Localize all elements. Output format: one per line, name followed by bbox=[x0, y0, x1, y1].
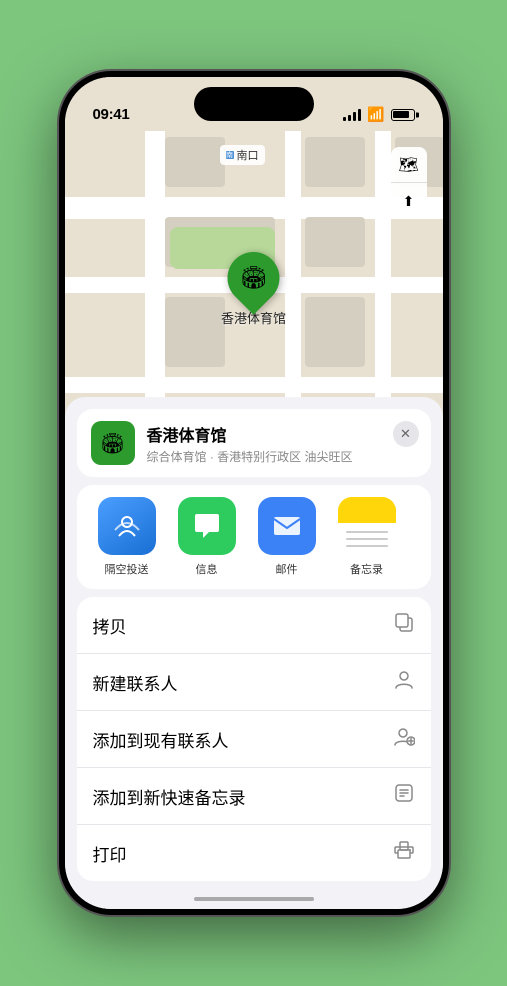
phone-frame: 09:41 📶 bbox=[59, 71, 449, 915]
message-label: 信息 bbox=[196, 561, 218, 577]
stadium-icon: 🏟 bbox=[240, 265, 268, 291]
status-time: 09:41 bbox=[93, 106, 130, 123]
copy-icon bbox=[393, 611, 415, 639]
stadium-marker: 🏟 香港体育馆 bbox=[221, 252, 286, 327]
action-print[interactable]: 打印 bbox=[77, 824, 431, 881]
map-view-button[interactable]: 🗺 bbox=[391, 147, 427, 183]
venue-name: 香港体育馆 bbox=[147, 422, 417, 446]
share-message[interactable]: 信息 bbox=[171, 497, 243, 577]
venue-desc: 综合体育馆 · 香港特别行政区 油尖旺区 bbox=[147, 448, 417, 465]
venue-logo: 🏟 bbox=[91, 421, 135, 465]
add-note-label: 添加到新快速备忘录 bbox=[93, 784, 246, 809]
mail-label: 邮件 bbox=[276, 561, 298, 577]
signal-bars bbox=[343, 109, 361, 121]
stadium-pin: 🏟 bbox=[217, 241, 291, 315]
venue-card: 🏟 香港体育馆 综合体育馆 · 香港特别行政区 油尖旺区 ✕ bbox=[77, 409, 431, 477]
map-label: 南 南口 bbox=[220, 145, 265, 165]
add-contact-label: 添加到现有联系人 bbox=[93, 727, 229, 752]
wifi-icon: 📶 bbox=[367, 106, 384, 123]
action-new-contact[interactable]: 新建联系人 bbox=[77, 653, 431, 710]
home-indicator bbox=[194, 897, 314, 901]
add-note-icon bbox=[393, 782, 415, 810]
phone-screen: 09:41 📶 bbox=[65, 77, 443, 909]
new-contact-label: 新建联系人 bbox=[93, 670, 178, 695]
map-label-text: 南口 bbox=[237, 147, 259, 163]
battery-icon bbox=[391, 109, 415, 121]
bottom-sheet: 🏟 香港体育馆 综合体育馆 · 香港特别行政区 油尖旺区 ✕ bbox=[65, 397, 443, 909]
venue-info: 香港体育馆 综合体育馆 · 香港特别行政区 油尖旺区 bbox=[147, 422, 417, 465]
notes-label: 备忘录 bbox=[350, 561, 383, 577]
copy-label: 拷贝 bbox=[93, 613, 127, 638]
airdrop-icon bbox=[98, 497, 156, 555]
location-button[interactable]: ⬆ bbox=[391, 183, 427, 219]
share-notes[interactable]: 备忘录 bbox=[331, 497, 403, 577]
airdrop-label: 隔空投送 bbox=[105, 561, 149, 577]
message-icon bbox=[178, 497, 236, 555]
action-copy[interactable]: 拷贝 bbox=[77, 597, 431, 653]
share-more[interactable]: 提 bbox=[411, 497, 417, 577]
action-list: 拷贝 新建联系人 bbox=[77, 597, 431, 881]
map-controls: 🗺 ⬆ bbox=[391, 147, 427, 219]
share-airdrop[interactable]: 隔空投送 bbox=[91, 497, 163, 577]
map-label-dot: 南 bbox=[226, 151, 234, 159]
share-row: 隔空投送 信息 bbox=[77, 485, 431, 589]
action-add-note[interactable]: 添加到新快速备忘录 bbox=[77, 767, 431, 824]
share-items: 隔空投送 信息 bbox=[91, 497, 417, 577]
print-label: 打印 bbox=[93, 841, 127, 866]
status-icons: 📶 bbox=[343, 106, 414, 123]
mail-icon bbox=[258, 497, 316, 555]
close-button[interactable]: ✕ bbox=[393, 421, 419, 447]
print-icon bbox=[393, 839, 415, 867]
dynamic-island bbox=[194, 87, 314, 121]
action-add-contact[interactable]: 添加到现有联系人 bbox=[77, 710, 431, 767]
add-contact-icon bbox=[393, 725, 415, 753]
share-mail[interactable]: 邮件 bbox=[251, 497, 323, 577]
new-contact-icon bbox=[393, 668, 415, 696]
notes-icon bbox=[338, 497, 396, 555]
